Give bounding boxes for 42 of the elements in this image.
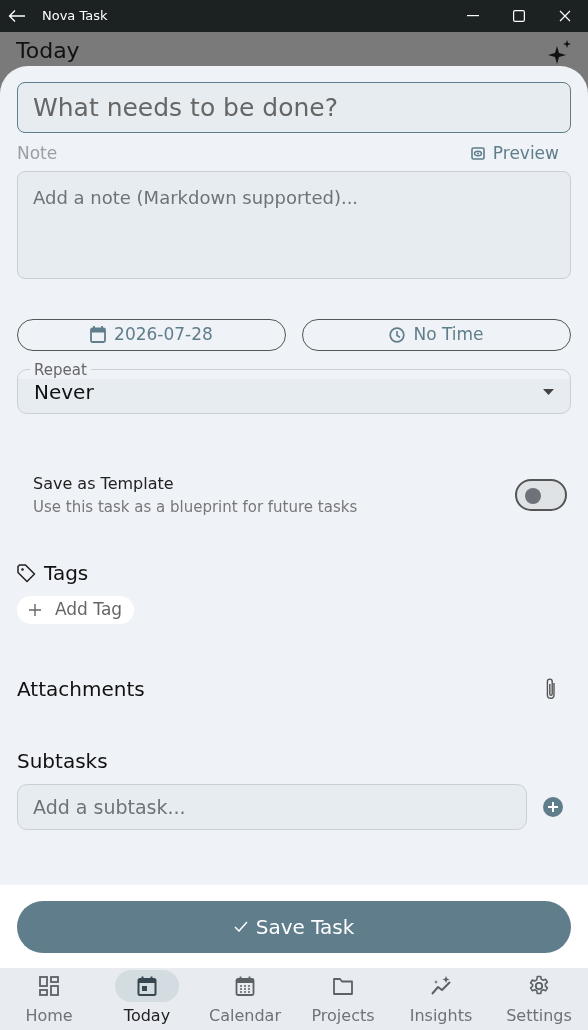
note-label: Note <box>17 142 58 165</box>
note-field[interactable]: Add a note (Markdown supported)... <box>17 170 571 279</box>
dropdown-arrow-icon <box>543 388 554 395</box>
minimize-icon[interactable] <box>467 15 479 17</box>
nav-tab[interactable]: Projects <box>294 968 392 1030</box>
dashboard-icon <box>38 975 60 997</box>
plus-icon <box>29 604 41 616</box>
attachments-heading: Attachments <box>17 676 145 703</box>
save-task-button[interactable]: Save Task <box>17 900 571 953</box>
sparkle-icon[interactable] <box>548 40 572 64</box>
calendar-icon <box>90 326 107 343</box>
nav-tab[interactable]: Today <box>98 968 196 1030</box>
template-toggle[interactable] <box>515 478 567 511</box>
template-description: Use this task as a blueprint for future tasks <box>33 496 358 518</box>
calendar-icon <box>234 975 256 997</box>
paperclip-icon[interactable] <box>545 677 557 701</box>
close-icon[interactable] <box>559 10 571 22</box>
settings-icon <box>528 975 550 997</box>
window-title: Nova Task <box>42 7 108 26</box>
nav-tab[interactable]: Insights <box>392 968 490 1030</box>
tag-icon <box>17 563 36 583</box>
template-title: Save as Template <box>33 472 175 495</box>
repeat-dropdown[interactable]: Repeat Never <box>17 360 571 414</box>
subtask-field[interactable]: Add a subtask... <box>17 784 527 830</box>
nav-tab[interactable]: Settings <box>490 968 588 1030</box>
add-subtask-icon[interactable] <box>543 797 563 817</box>
back-arrow-icon[interactable] <box>8 9 26 23</box>
check-icon <box>233 921 248 932</box>
folder-icon <box>332 975 354 997</box>
maximize-icon[interactable] <box>513 10 525 22</box>
page-title: Today <box>16 38 80 65</box>
tags-heading: Tags <box>44 560 89 587</box>
task-title-field[interactable]: What needs to be done? <box>17 82 571 133</box>
preview-button[interactable]: Preview <box>470 141 571 167</box>
eye-icon <box>470 147 485 161</box>
trend-sparkle-icon <box>430 975 452 997</box>
calendar-day-icon <box>136 975 158 997</box>
clock-icon <box>389 326 406 343</box>
nav-tab[interactable]: Home <box>0 968 98 1030</box>
subtasks-heading: Subtasks <box>17 749 108 773</box>
add-tag-button[interactable]: Add Tag <box>17 596 135 624</box>
nav-tab[interactable]: Calendar <box>196 968 294 1030</box>
